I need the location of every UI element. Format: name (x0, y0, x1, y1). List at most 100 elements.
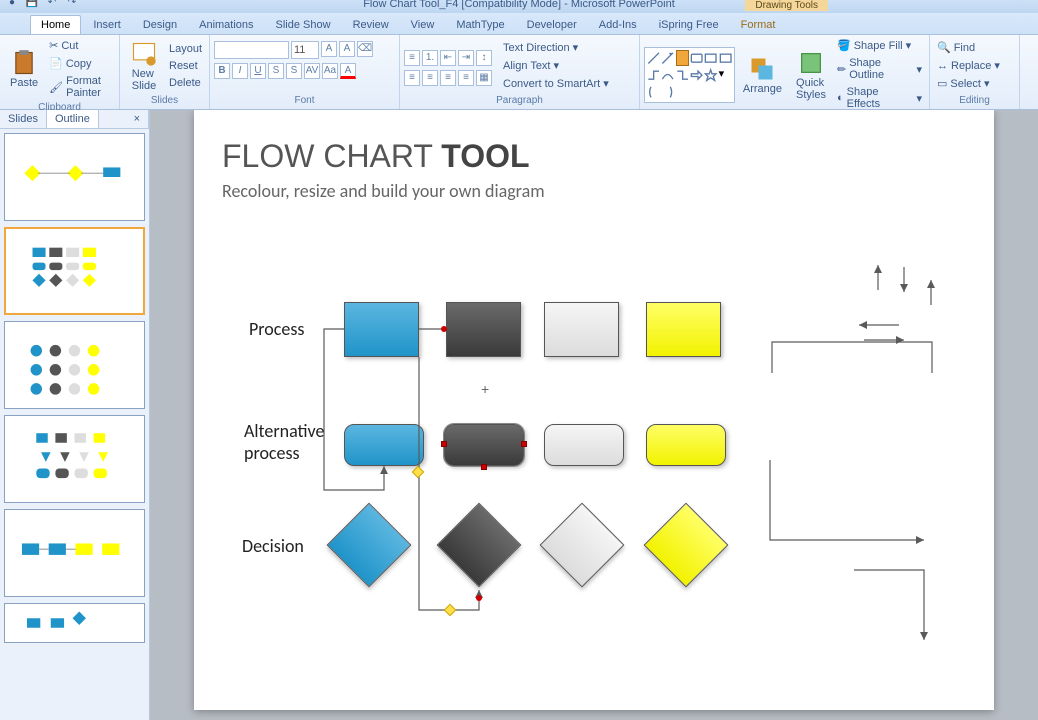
dec-yellow[interactable] (644, 503, 729, 588)
tab-design[interactable]: Design (133, 16, 187, 34)
tab-home[interactable]: Home (30, 15, 81, 34)
tab-developer[interactable]: Developer (517, 16, 587, 34)
format-painter-button[interactable]: 🖌Format Painter (46, 73, 115, 101)
dec-indent-icon[interactable]: ⇤ (440, 50, 456, 66)
replace-button[interactable]: ↔Replace ▾ (934, 57, 1003, 74)
arrange-button[interactable]: Arrange (737, 53, 788, 97)
slide-canvas[interactable]: FLOW CHART TOOL Recolour, resize and bui… (194, 110, 994, 710)
thumb-6[interactable] (4, 603, 145, 643)
text-direction-button[interactable]: Text Direction ▾ (500, 39, 612, 56)
handle-right[interactable] (521, 441, 527, 447)
tab-animations[interactable]: Animations (189, 16, 263, 34)
qat-undo-icon[interactable]: ↶ (44, 0, 60, 7)
columns-icon[interactable]: ▦ (476, 70, 492, 86)
dec-dark[interactable] (437, 503, 522, 588)
shape-arrowblock-icon[interactable] (690, 67, 703, 83)
strike-icon[interactable]: S (268, 63, 284, 79)
numbers-icon[interactable]: 1. (422, 50, 438, 66)
copy-button[interactable]: 📄Copy (46, 55, 115, 72)
slide-area[interactable]: FLOW CHART TOOL Recolour, resize and bui… (150, 110, 1038, 720)
label-alternative[interactable]: Alternative process (244, 420, 339, 464)
shape-effects-button[interactable]: ◐Shape Effects ▾ (834, 84, 925, 112)
process-yellow[interactable] (646, 302, 721, 357)
tab-ispring[interactable]: iSpring Free (649, 16, 729, 34)
tab-mathtype[interactable]: MathType (446, 16, 514, 34)
thumb-4[interactable] (4, 415, 145, 503)
thumb-1[interactable] (4, 133, 145, 221)
shape-connector-icon[interactable] (676, 67, 689, 83)
shapes-gallery[interactable]: ▾ (644, 47, 735, 103)
grow-font-icon[interactable]: A (321, 41, 337, 57)
tab-view[interactable]: View (401, 16, 445, 34)
sidetab-outline[interactable]: Outline (47, 110, 99, 128)
font-size-input[interactable] (291, 41, 319, 59)
clear-format-icon[interactable]: ⌫ (357, 41, 373, 57)
layout-button[interactable]: Layout (166, 41, 205, 57)
inc-indent-icon[interactable]: ⇥ (458, 50, 474, 66)
find-button[interactable]: 🔍Find (934, 39, 1003, 56)
line-spacing-icon[interactable]: ↕ (476, 50, 492, 66)
shape-line-icon[interactable] (647, 50, 660, 66)
shape-brace2-icon[interactable] (661, 84, 674, 100)
shadow-icon[interactable]: S (286, 63, 302, 79)
shape-fill-button[interactable]: 🪣Shape Fill ▾ (834, 37, 925, 54)
office-button[interactable]: ● (4, 0, 20, 7)
handle-bottom[interactable] (481, 464, 487, 470)
sidetab-slides[interactable]: Slides (0, 110, 47, 128)
shape-arrow-icon[interactable] (661, 50, 674, 66)
tab-insert[interactable]: Insert (83, 16, 131, 34)
qat-redo-icon[interactable]: ↷ (64, 0, 80, 7)
thumb-3[interactable] (4, 321, 145, 409)
cut-button[interactable]: ✂Cut (46, 37, 115, 54)
align-left-icon[interactable]: ≡ (404, 70, 420, 86)
underline-icon[interactable]: U (250, 63, 266, 79)
bold-icon[interactable]: B (214, 63, 230, 79)
reset-button[interactable]: Reset (166, 58, 205, 74)
tab-review[interactable]: Review (343, 16, 399, 34)
alt-yellow[interactable] (646, 424, 726, 466)
char-spacing-icon[interactable]: AV (304, 63, 320, 79)
font-color-icon[interactable]: A (340, 63, 356, 79)
dec-blue[interactable] (327, 503, 412, 588)
process-gray[interactable] (544, 302, 619, 357)
shape-star-icon[interactable] (704, 67, 717, 83)
alt-gray[interactable] (544, 424, 624, 466)
shape-roundrect-icon[interactable] (690, 50, 703, 66)
label-process[interactable]: Process (249, 318, 304, 340)
shape-rect3-icon[interactable] (719, 50, 732, 66)
tab-slideshow[interactable]: Slide Show (266, 16, 341, 34)
process-dark[interactable] (446, 302, 521, 357)
tab-addins[interactable]: Add-Ins (589, 16, 647, 34)
convert-smartart-button[interactable]: Convert to SmartArt ▾ (500, 75, 612, 92)
shape-brace-icon[interactable] (647, 84, 660, 100)
change-case-icon[interactable]: Aa (322, 63, 338, 79)
qat-save-icon[interactable]: 💾 (24, 0, 40, 7)
bullets-icon[interactable]: ≡ (404, 50, 420, 66)
shape-rect-icon[interactable] (676, 50, 689, 66)
thumb-2[interactable] (4, 227, 145, 315)
paste-button[interactable]: Paste (4, 47, 44, 91)
slide-title[interactable]: FLOW CHART TOOL (222, 138, 530, 175)
select-button[interactable]: ▭Select ▾ (934, 75, 1003, 92)
slide-subtitle[interactable]: Recolour, resize and build your own diag… (222, 180, 545, 202)
handle-left[interactable] (441, 441, 447, 447)
close-panel-icon[interactable]: × (126, 110, 149, 128)
shrink-font-icon[interactable]: A (339, 41, 355, 57)
align-right-icon[interactable]: ≡ (440, 70, 456, 86)
shape-outline-button[interactable]: ✏Shape Outline ▾ (834, 55, 925, 83)
alt-blue[interactable] (344, 424, 424, 466)
shape-elbow-icon[interactable] (647, 67, 660, 83)
tab-format[interactable]: Format (731, 16, 786, 34)
italic-icon[interactable]: I (232, 63, 248, 79)
process-blue[interactable] (344, 302, 419, 357)
font-name-input[interactable] (214, 41, 289, 59)
align-center-icon[interactable]: ≡ (422, 70, 438, 86)
new-slide-button[interactable]: New Slide (124, 38, 164, 94)
label-decision[interactable]: Decision (242, 535, 304, 557)
align-text-button[interactable]: Align Text ▾ (500, 57, 612, 74)
alt-dark[interactable]: + (444, 424, 524, 466)
shape-rect2-icon[interactable] (704, 50, 717, 66)
shape-curve-icon[interactable] (661, 67, 674, 83)
shape-more-icon[interactable]: ▾ (719, 67, 732, 83)
dec-gray[interactable] (540, 503, 625, 588)
